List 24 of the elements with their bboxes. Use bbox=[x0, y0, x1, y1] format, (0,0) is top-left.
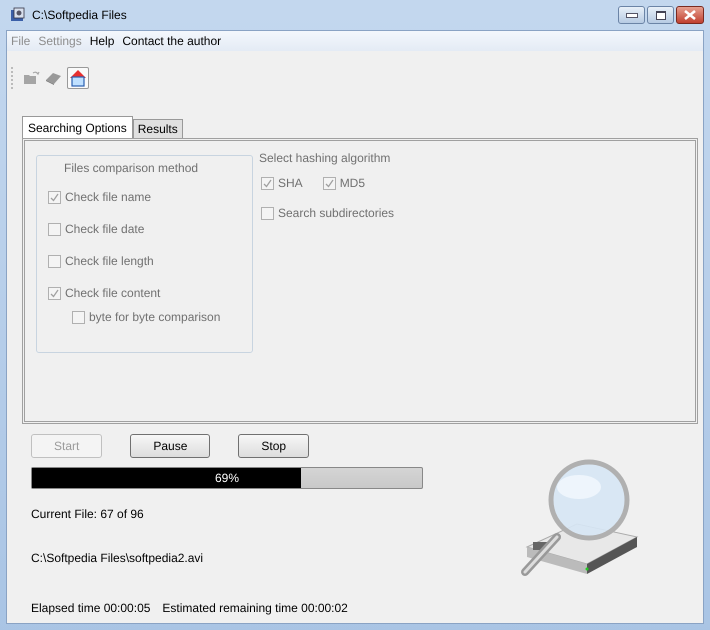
close-button[interactable] bbox=[676, 6, 704, 24]
window-title: C:\Softpedia Files bbox=[32, 8, 127, 22]
elapsed-time: Elapsed time 00:00:05 bbox=[31, 601, 150, 615]
minimize-button[interactable] bbox=[618, 6, 645, 24]
remaining-time: Estimated remaining time 00:00:02 bbox=[162, 601, 348, 615]
check-icon bbox=[50, 288, 59, 298]
check-icon bbox=[263, 178, 272, 188]
status-text: Current File: 67 of 96 bbox=[31, 507, 145, 521]
section-title: Select hashing algorithm bbox=[259, 151, 392, 165]
file-path: C:\Softpedia Files\softpedia2.avi bbox=[31, 551, 204, 565]
check-icon bbox=[50, 192, 59, 202]
progress-text: 69% bbox=[214, 471, 240, 485]
menu-item[interactable]: Help bbox=[90, 34, 114, 48]
close-icon bbox=[683, 10, 697, 20]
menu-item[interactable]: Contact the author bbox=[122, 34, 222, 48]
app-icon bbox=[10, 7, 26, 23]
maximize-button[interactable] bbox=[647, 6, 674, 24]
tab[interactable]: Searching Options bbox=[22, 116, 133, 138]
home-button[interactable] bbox=[67, 67, 89, 89]
tab[interactable]: Results bbox=[132, 119, 183, 138]
push-button[interactable]: Stop bbox=[238, 434, 310, 458]
group-title: Files comparison method bbox=[64, 161, 200, 175]
push-button[interactable]: Pause bbox=[130, 434, 210, 458]
check-icon bbox=[324, 178, 334, 188]
